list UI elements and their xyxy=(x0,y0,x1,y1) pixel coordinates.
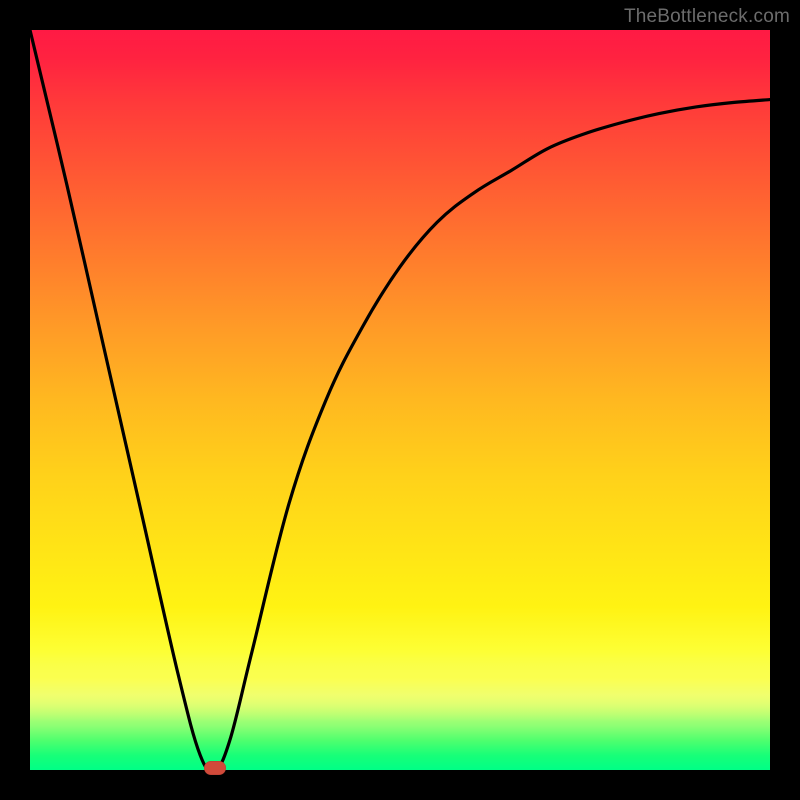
bottleneck-curve xyxy=(30,30,770,770)
minimum-marker xyxy=(204,761,226,775)
chart-frame: TheBottleneck.com xyxy=(0,0,800,800)
plot-area xyxy=(30,30,770,770)
curve-svg xyxy=(30,30,770,770)
watermark-text: TheBottleneck.com xyxy=(624,6,790,28)
